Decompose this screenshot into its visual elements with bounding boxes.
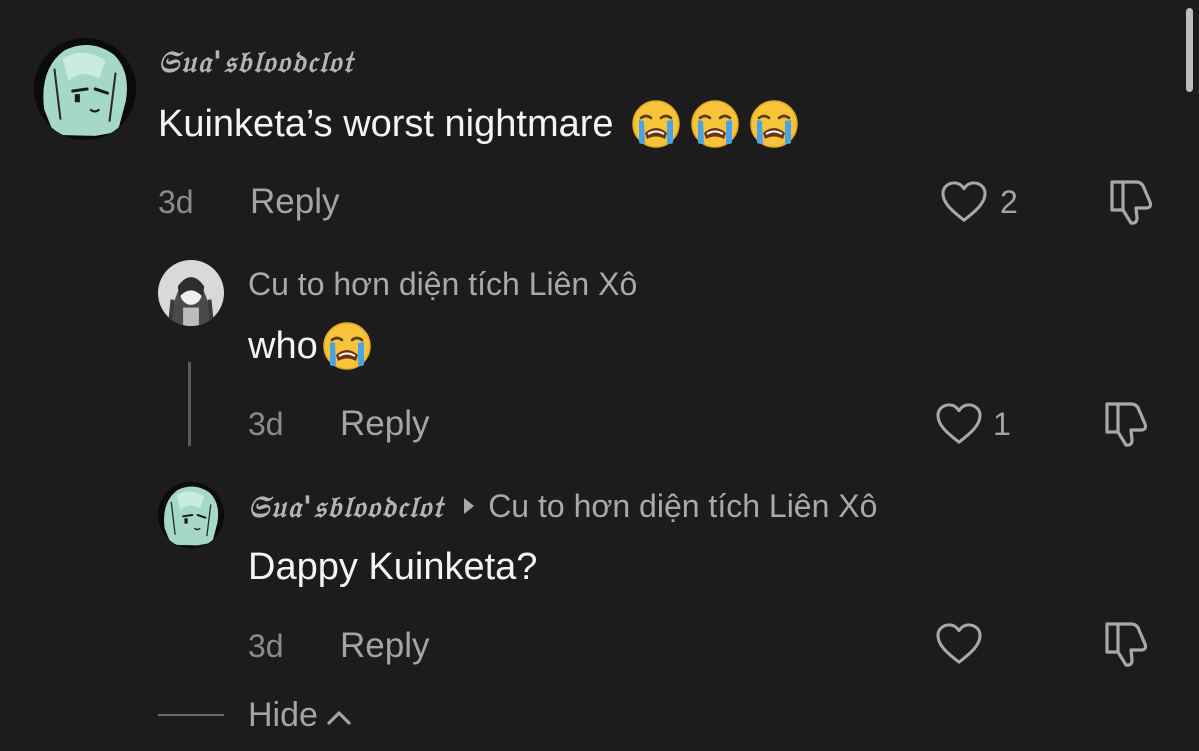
reply-text: Dappy Kuinketa? — [248, 546, 538, 588]
loudly-crying-face-icon — [631, 99, 681, 149]
comments-panel: 𝔖𝔲𝔞'𝔰𝔟𝔩𝔬𝔬𝔡𝔠𝔩𝔬𝔱 Kuinketa’s worst nightmar… — [0, 0, 1199, 751]
reply-header: 𝔖𝔲𝔞'𝔰𝔟𝔩𝔬𝔬𝔡𝔠𝔩𝔬𝔱 Cu to hơn diện tích Liên X… — [248, 490, 877, 523]
reply-username[interactable]: Cu to hơn diện tích Liên Xô — [248, 268, 637, 300]
comment-text: Kuinketa’s worst nightmare — [158, 98, 799, 150]
reply-body: who — [248, 325, 318, 367]
heart-outline-icon[interactable] — [940, 180, 988, 224]
triangle-right-icon — [464, 497, 475, 514]
like-count: 2 — [1000, 184, 1018, 220]
comment-username[interactable]: 𝔖𝔲𝔞'𝔰𝔟𝔩𝔬𝔬𝔡𝔠𝔩𝔬𝔱 — [158, 48, 354, 78]
hide-divider — [158, 714, 224, 716]
thumbs-down-outline-icon[interactable] — [1101, 400, 1151, 448]
thumbs-down-outline-icon[interactable] — [1101, 620, 1151, 668]
reply-button[interactable]: Reply — [340, 406, 429, 441]
avatar[interactable] — [158, 260, 224, 326]
hide-replies-button[interactable]: Hide — [248, 698, 352, 732]
reply-timestamp: 3d — [248, 628, 284, 664]
avatar-image — [158, 482, 224, 548]
reply-button[interactable]: Reply — [250, 184, 339, 219]
thumbs-down-outline-icon[interactable] — [1106, 178, 1156, 226]
reply-timestamp: 3d — [248, 406, 284, 442]
hide-label: Hide — [248, 696, 318, 734]
avatar[interactable] — [34, 38, 136, 140]
thread-line — [188, 362, 191, 446]
reply-to-username[interactable]: Cu to hơn diện tích Liên Xô — [488, 488, 877, 524]
loudly-crying-face-icon — [322, 321, 372, 371]
reply-button[interactable]: Reply — [340, 628, 429, 663]
loudly-crying-face-icon — [690, 99, 740, 149]
heart-outline-icon[interactable] — [935, 622, 983, 666]
avatar-image — [34, 38, 136, 140]
comment-body: Kuinketa’s worst nightmare — [158, 103, 614, 145]
chevron-up-icon — [326, 698, 352, 732]
reply-text: who — [248, 320, 372, 372]
avatar[interactable] — [158, 482, 224, 548]
comment-timestamp: 3d — [158, 184, 194, 220]
scrollbar[interactable] — [1186, 8, 1193, 92]
heart-outline-icon[interactable] — [935, 402, 983, 446]
reply-username[interactable]: 𝔖𝔲𝔞'𝔰𝔟𝔩𝔬𝔬𝔡𝔠𝔩𝔬𝔱 — [248, 490, 444, 525]
like-count: 1 — [993, 406, 1011, 442]
avatar-image — [158, 260, 224, 326]
loudly-crying-face-icon — [749, 99, 799, 149]
